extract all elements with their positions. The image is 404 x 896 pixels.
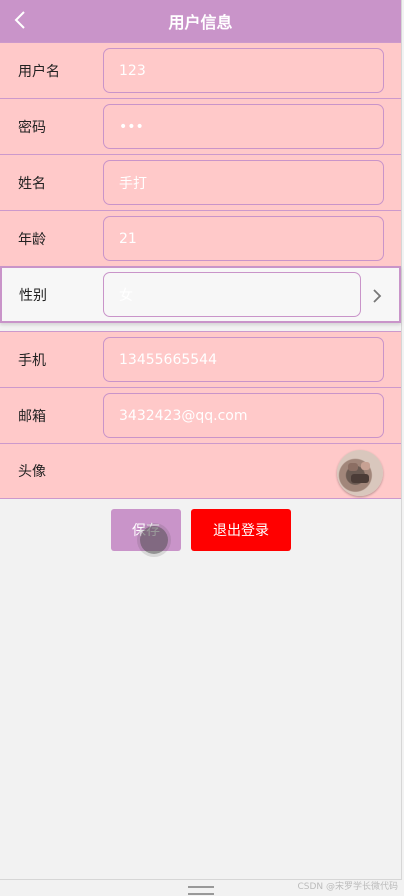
gender-select[interactable] [103,272,361,317]
name-input[interactable] [103,160,384,205]
gender-label: 性别 [19,287,47,304]
email-label: 邮箱 [18,408,46,425]
page-title: 用户信息 [168,13,233,32]
username-row: 用户名 [0,42,401,98]
password-input[interactable] [103,104,384,149]
password-label: 密码 [18,119,46,136]
gender-row[interactable]: 性别 [0,266,401,323]
avatar-label: 头像 [18,464,46,480]
phone-label: 手机 [18,352,46,369]
top-bar: 用户信息 [0,0,401,42]
name-row: 姓名 [0,154,401,210]
phone-row: 手机 [0,331,401,387]
username-input[interactable] [103,48,384,93]
age-input[interactable] [103,216,384,261]
resize-handle-icon[interactable] [188,886,214,895]
action-bar: 保存 退出登录 [0,499,401,559]
app-frame: 用户信息 用户名 密码 姓名 年龄 性别 手机 邮箱 头像 [0,0,402,880]
avatar-image[interactable] [337,450,383,496]
age-label: 年龄 [18,231,46,248]
avatar-row: 头像 [0,443,401,499]
back-arrow-icon[interactable] [10,9,32,31]
watermark: CSDN @宋罗学长微代码 [297,882,398,892]
logout-button[interactable]: 退出登录 [191,509,291,551]
email-input[interactable] [103,393,384,438]
name-label: 姓名 [18,175,46,192]
touch-indicator [140,526,168,554]
chevron-right-icon[interactable] [370,288,384,304]
phone-input[interactable] [103,337,384,382]
email-row: 邮箱 [0,387,401,443]
password-row: 密码 [0,98,401,154]
username-label: 用户名 [18,63,60,80]
age-row: 年龄 [0,210,401,266]
